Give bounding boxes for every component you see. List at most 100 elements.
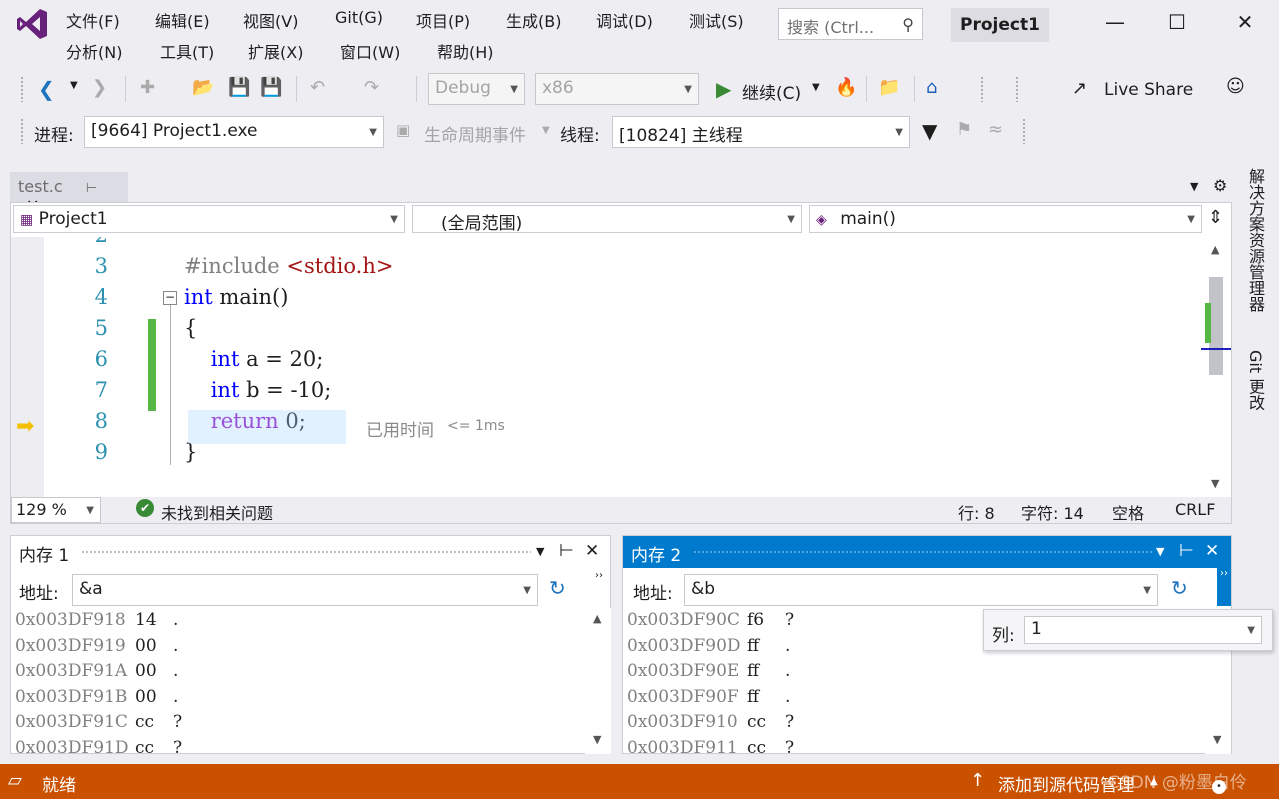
memory-cell-hex[interactable]: 00 bbox=[135, 661, 157, 681]
chevron-down-icon[interactable]: ▼ bbox=[70, 80, 78, 91]
filter-icon[interactable]: ▼ bbox=[922, 119, 937, 143]
gear-icon[interactable]: ⚙ bbox=[1213, 176, 1227, 195]
editor-scrollbar[interactable]: ▲ ▼ bbox=[1201, 237, 1231, 497]
chevron-down-icon[interactable]: ▼ bbox=[1156, 545, 1164, 558]
thread-dropdown[interactable]: [10824] 主线程 ▼ bbox=[612, 116, 910, 148]
code-line[interactable]: #include <stdio.h> bbox=[184, 254, 393, 278]
menu-item[interactable]: 编辑(E) bbox=[155, 8, 210, 32]
memory2-header[interactable]: 内存 2 ▼ ⊢ ✕ bbox=[623, 536, 1231, 568]
overflow-icon[interactable]: ›› bbox=[1217, 568, 1231, 606]
memory-cell-hex[interactable]: cc bbox=[135, 738, 154, 755]
search-input[interactable]: 搜索 (Ctrl... ⚲ bbox=[778, 8, 923, 40]
live-share-icon[interactable]: ↗ bbox=[1072, 78, 1087, 99]
memory-cell-hex[interactable]: 14 bbox=[135, 610, 157, 630]
memory-cell-hex[interactable]: cc bbox=[747, 712, 766, 732]
chevron-down-icon[interactable]: ▼ bbox=[542, 125, 550, 136]
platform-dropdown[interactable]: x86 ▼ bbox=[535, 73, 699, 105]
memory1-grid[interactable]: 0x003DF918 14. 0x003DF919 00. 0x003DF91A 00. 0… bbox=[11, 608, 585, 754]
breakpoint-gutter[interactable] bbox=[11, 237, 44, 497]
lifecycle-icon[interactable]: ▣ bbox=[396, 121, 410, 139]
memory-cell-hex[interactable]: 00 bbox=[135, 636, 157, 656]
menu-item[interactable]: 工具(T) bbox=[160, 39, 214, 63]
tab-test-c[interactable]: test.c ⊢ ✕ bbox=[10, 172, 128, 215]
memory1-header[interactable]: 内存 1 ▼ ⊢ ✕ bbox=[11, 536, 610, 568]
pin-icon[interactable]: ⊢ bbox=[86, 181, 97, 196]
git-changes-tab[interactable]: Git 更改 bbox=[1243, 350, 1265, 410]
pin-icon[interactable]: ⊢ bbox=[559, 541, 574, 561]
collapse-icon[interactable]: − bbox=[163, 291, 177, 305]
indent-indicator[interactable]: 空格 bbox=[1112, 500, 1144, 524]
menu-item[interactable]: 文件(F) bbox=[66, 8, 120, 32]
find-in-files-icon[interactable]: 📁 bbox=[878, 77, 900, 98]
menu-item[interactable]: 测试(S) bbox=[689, 8, 744, 32]
memory-cell-hex[interactable]: cc bbox=[135, 712, 154, 732]
back-icon[interactable]: ❮ bbox=[38, 77, 55, 101]
char-indicator[interactable]: 字符: 14 bbox=[1021, 500, 1084, 524]
menu-item[interactable]: Git(G) bbox=[335, 8, 383, 27]
hot-reload-icon[interactable]: 🔥 bbox=[835, 77, 857, 98]
new-project-icon[interactable]: ✚ bbox=[140, 77, 155, 98]
issues-status[interactable]: 未找到相关问题 bbox=[161, 500, 273, 524]
eol-indicator[interactable]: CRLF bbox=[1175, 500, 1215, 519]
save-icon[interactable]: 💾 bbox=[228, 77, 250, 98]
scroll-thumb[interactable] bbox=[1209, 277, 1223, 375]
toolbar-grip[interactable] bbox=[1015, 76, 1019, 102]
menu-item[interactable]: 分析(N) bbox=[66, 39, 122, 63]
output-window-icon[interactable]: ▱ bbox=[8, 770, 22, 791]
project-nav-dropdown[interactable]: ▦ Project1 ▼ bbox=[13, 205, 405, 233]
pin-icon[interactable]: ⊢ bbox=[1179, 541, 1194, 561]
refresh-icon[interactable]: ↻ bbox=[1171, 576, 1188, 600]
close-icon[interactable]: ✕ bbox=[1205, 541, 1219, 561]
redo-icon[interactable]: ↷ bbox=[364, 77, 379, 98]
home-icon[interactable]: ⌂ bbox=[926, 77, 937, 98]
perf-tip-label[interactable]: 已用时间 bbox=[366, 416, 434, 441]
split-editor-icon[interactable]: ⇕ bbox=[1208, 207, 1223, 228]
refresh-icon[interactable]: ↻ bbox=[549, 576, 566, 600]
memory-cell-hex[interactable]: f6 bbox=[747, 610, 764, 630]
feedback-icon[interactable]: ☺ bbox=[1226, 76, 1245, 97]
toolbar-grip[interactable] bbox=[980, 76, 984, 102]
menu-item[interactable]: 调试(D) bbox=[596, 8, 653, 32]
line-indicator[interactable]: 行: 8 bbox=[958, 500, 995, 524]
code-view[interactable]: 2 3 #include <stdio.h> 4 int main() 5 {6 int a… bbox=[44, 237, 1204, 497]
close-icon[interactable]: ✕ bbox=[585, 541, 599, 561]
minimize-button[interactable]: — bbox=[1100, 10, 1130, 34]
memory1-scrollbar[interactable]: ▲ ▼ bbox=[585, 608, 611, 754]
code-line[interactable]: { bbox=[184, 316, 197, 340]
menu-item[interactable]: 视图(V) bbox=[243, 8, 298, 32]
zoom-dropdown[interactable]: 129 % ▼ bbox=[11, 497, 101, 523]
toolbar-grip[interactable] bbox=[20, 76, 24, 102]
code-line[interactable]: int a = 20; bbox=[184, 347, 324, 371]
menu-item[interactable]: 扩展(X) bbox=[248, 39, 303, 63]
menu-item[interactable]: 生成(B) bbox=[506, 8, 561, 32]
tab-list-dropdown-icon[interactable]: ▼ bbox=[1190, 180, 1198, 193]
chevron-down-icon[interactable]: ▼ bbox=[536, 545, 544, 558]
lifecycle-events-button[interactable]: 生命周期事件 bbox=[424, 121, 526, 146]
toolbar-grip[interactable] bbox=[20, 118, 24, 144]
code-line[interactable]: int b = -10; bbox=[184, 378, 332, 402]
memory-cell-hex[interactable]: ff bbox=[747, 636, 759, 656]
open-folder-icon[interactable]: 📂 bbox=[192, 77, 214, 98]
scope-nav-dropdown[interactable]: (全局范围) ▼ bbox=[412, 205, 802, 234]
flag-thread-icon[interactable]: ⚑ bbox=[956, 119, 972, 140]
continue-button[interactable]: 继续(C) bbox=[742, 79, 801, 104]
columns-dropdown[interactable]: 1 ▼ bbox=[1024, 616, 1262, 644]
code-line[interactable]: int main() bbox=[184, 285, 288, 309]
undo-icon[interactable]: ↶ bbox=[310, 77, 325, 98]
menu-item[interactable]: 帮助(H) bbox=[437, 39, 494, 63]
menu-item[interactable]: 项目(P) bbox=[416, 8, 470, 32]
close-button[interactable]: ✕ bbox=[1230, 10, 1260, 34]
menu-item[interactable]: 窗口(W) bbox=[340, 39, 400, 63]
forward-icon[interactable]: ❯ bbox=[92, 77, 107, 98]
config-dropdown[interactable]: Debug ▼ bbox=[428, 73, 525, 105]
memory-cell-hex[interactable]: ff bbox=[747, 687, 759, 707]
memory-cell-hex[interactable]: cc bbox=[747, 738, 766, 755]
perf-tip-value[interactable]: <= 1ms bbox=[447, 418, 505, 434]
function-nav-dropdown[interactable]: ◈ main() ▼ bbox=[809, 205, 1202, 233]
live-share-button[interactable]: Live Share bbox=[1104, 80, 1193, 100]
solution-explorer-tab[interactable]: 解决方案资源管理器 bbox=[1243, 168, 1265, 312]
save-all-icon[interactable]: 💾 bbox=[260, 77, 282, 98]
stack-frame-icon[interactable]: ≈ bbox=[988, 119, 1003, 140]
maximize-button[interactable]: ☐ bbox=[1162, 10, 1192, 34]
overflow-icon[interactable]: ›› bbox=[595, 570, 603, 581]
